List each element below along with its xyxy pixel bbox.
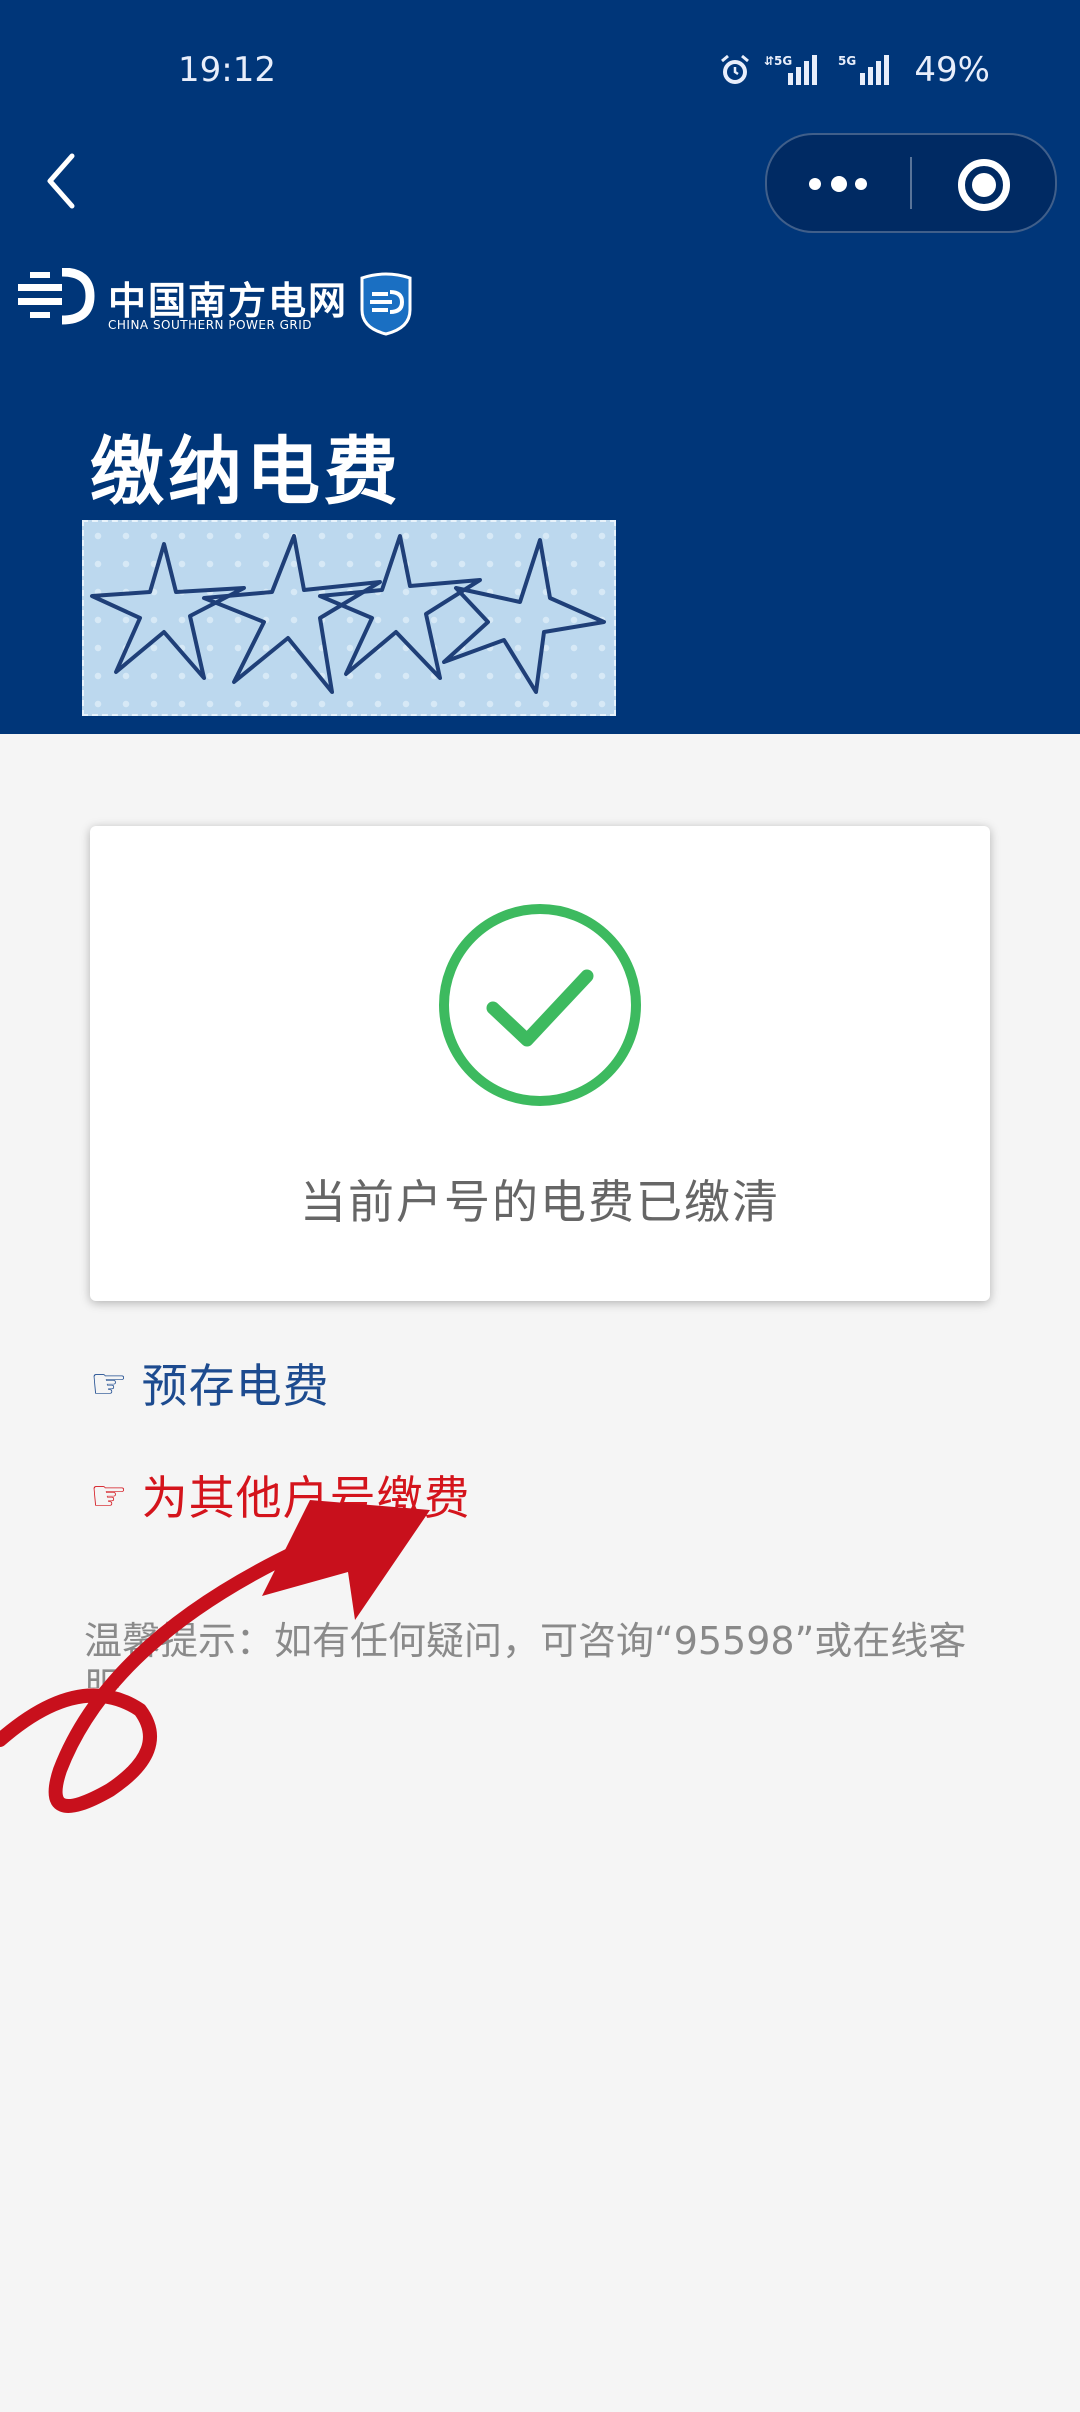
pointing-hand-icon: ☞: [90, 1470, 128, 1520]
pay-other-account-link[interactable]: ☞ 为其他户号缴费: [90, 1462, 471, 1528]
svg-text:5G: 5G: [838, 54, 856, 68]
mini-program-capsule: [765, 133, 1057, 233]
alarm-icon: [721, 54, 750, 84]
page-title: 缴纳电费: [90, 429, 402, 515]
prestore-label: 预存电费: [141, 1359, 330, 1413]
5g-signal-icon: ⇵5G: [764, 54, 818, 85]
header-banner: 19:12 ⇵5G 5G 49% 中国南方电网 CHINA SOUTHERN P…: [0, 0, 1080, 734]
close-button[interactable]: [913, 135, 1053, 231]
status-bar: 19:12 ⇵5G 5G 49%: [0, 40, 1080, 104]
battery-percent: 49%: [914, 50, 990, 90]
more-button[interactable]: [767, 135, 907, 231]
pointing-hand-icon: ☞: [90, 1358, 128, 1408]
back-button[interactable]: [40, 150, 90, 212]
capsule-divider: [910, 157, 912, 209]
brand-name-en: CHINA SOUTHERN POWER GRID: [108, 318, 313, 332]
shield-badge-icon: [360, 272, 412, 336]
check-circle-icon: [439, 904, 641, 1106]
5g-signal-icon: 5G: [838, 54, 890, 85]
star-scribble-icon: [90, 534, 606, 694]
redaction-sticker: [82, 520, 616, 716]
status-indicators: ⇵5G 5G 49%: [718, 50, 990, 90]
brand-name-cn: 中国南方电网: [108, 279, 349, 323]
power-grid-logo-icon: [18, 268, 95, 325]
pay-other-account-label: 为其他户号缴费: [141, 1471, 471, 1525]
chevron-left-icon: [47, 153, 75, 209]
status-time: 19:12: [178, 50, 276, 90]
payment-status-message: 当前户号的电费已缴清: [300, 1175, 780, 1229]
help-tip: 温馨提示：如有任何疑问，可咨询“95598”或在线客服: [84, 1619, 967, 1688]
prestore-link[interactable]: ☞ 预存电费: [90, 1350, 330, 1416]
svg-text:⇵5G: ⇵5G: [764, 54, 792, 68]
payment-status-card: 当前户号的电费已缴清: [90, 826, 990, 1301]
